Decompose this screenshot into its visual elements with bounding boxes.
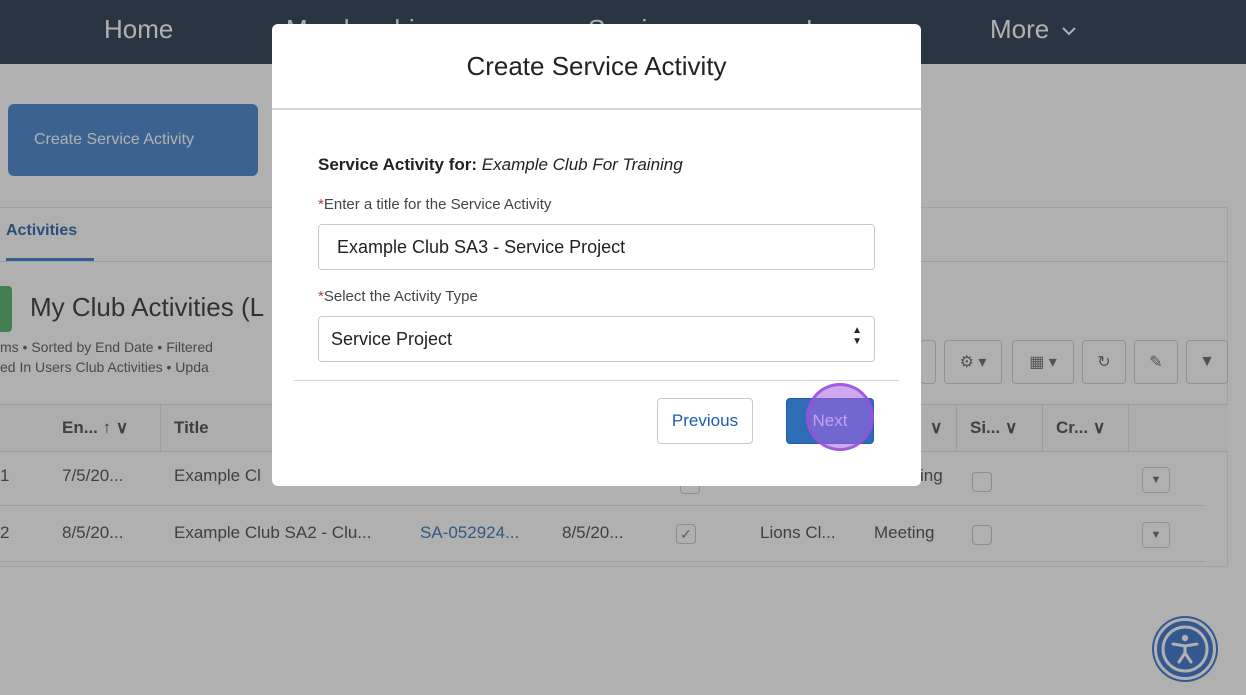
activity-type-select[interactable]: Service Project ▲ ▼ [318, 316, 875, 362]
modal-title: Create Service Activity [466, 51, 727, 81]
select-arrows-icon: ▲ ▼ [852, 325, 862, 347]
type-field-label: *Select the Activity Type [318, 288, 478, 305]
modal-footer-divider [294, 380, 899, 381]
service-activity-for: Service Activity for: Example Club For T… [318, 155, 683, 175]
previous-button[interactable]: Previous [657, 398, 753, 444]
type-field-label-text: Select the Activity Type [323, 288, 478, 305]
service-activity-for-label: Service Activity for: [318, 155, 478, 174]
modal-header-divider [272, 108, 921, 110]
activity-title-input[interactable]: Example Club SA3 - Service Project [318, 224, 875, 270]
activity-type-value: Service Project [331, 329, 453, 349]
service-activity-for-value: Example Club For Training [481, 155, 683, 174]
click-highlight-indicator [806, 383, 874, 451]
title-field-label-text: Enter a title for the Service Activity [323, 196, 552, 213]
title-field-label: *Enter a title for the Service Activity [318, 196, 551, 213]
